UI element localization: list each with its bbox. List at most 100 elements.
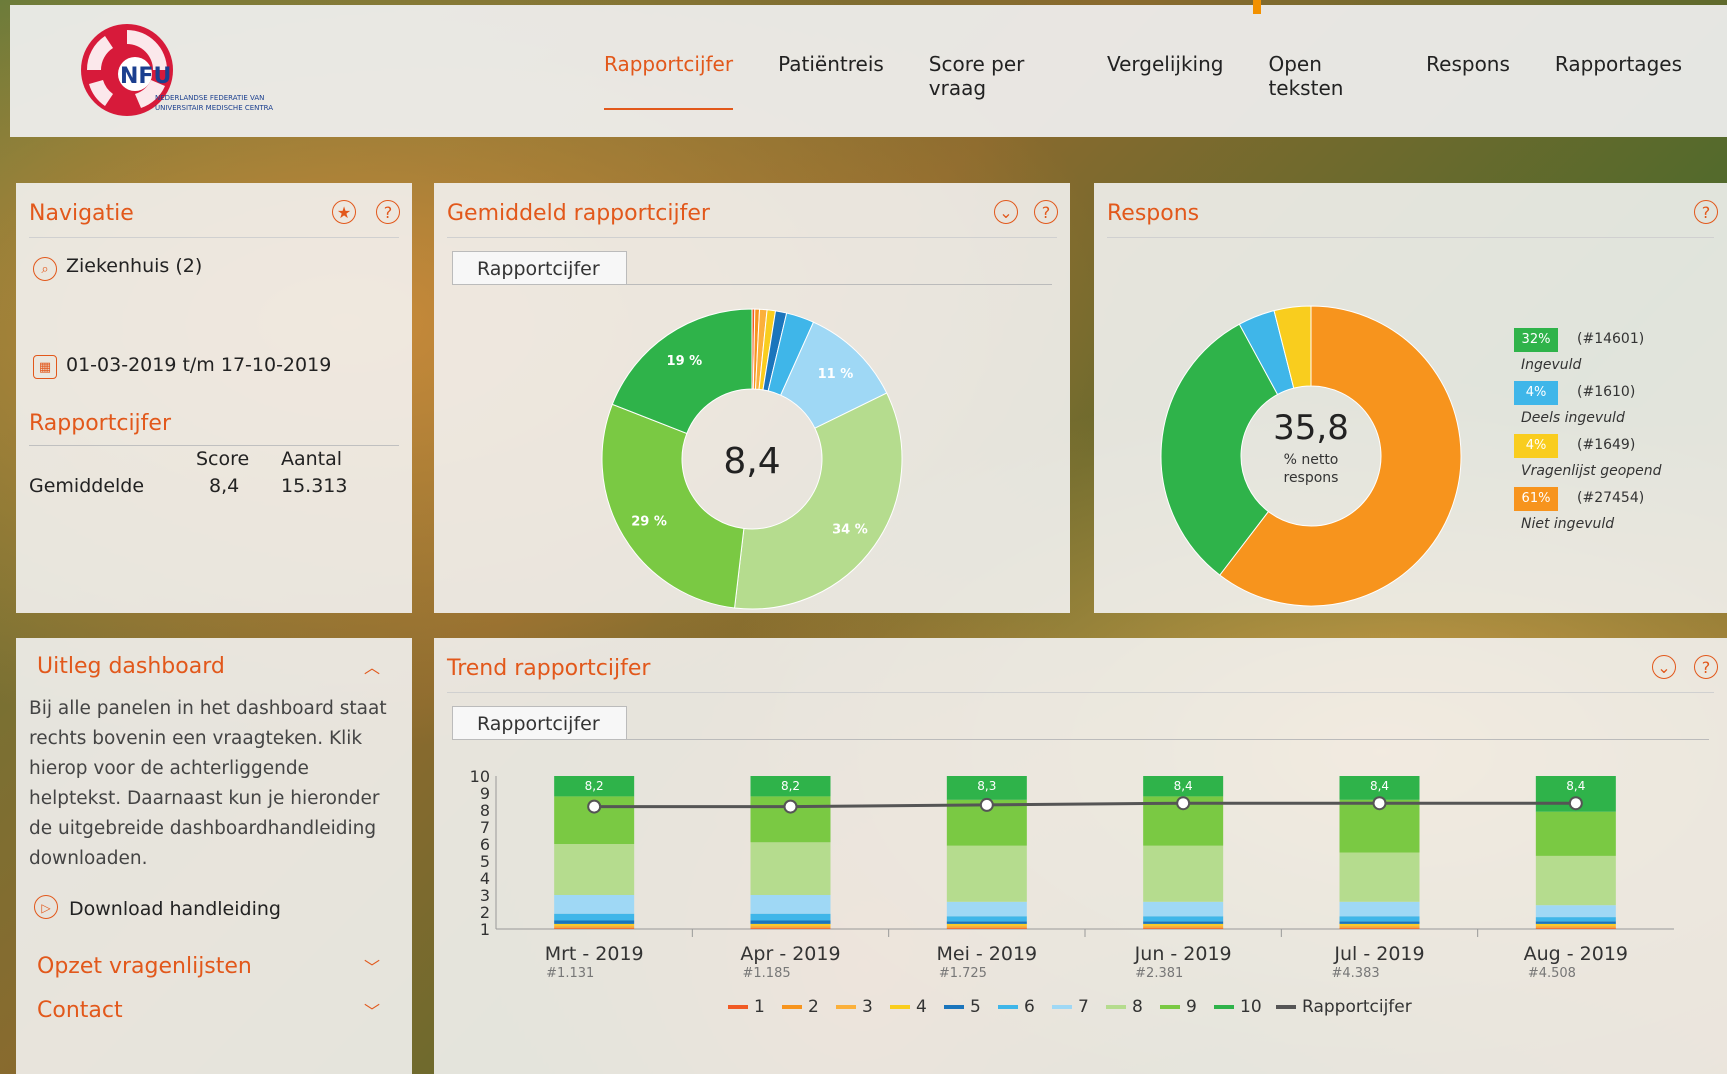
legend-swatch [782,1005,802,1009]
logo-subtitle-2: UNIVERSITAIR MEDISCHE CENTRA [155,104,274,112]
row-label: Gemiddelde [29,475,145,497]
accent-mark [1253,0,1261,14]
legend-label: 2 [808,997,819,1017]
legend-swatch [998,1005,1018,1009]
bar-segment-4 [1143,923,1224,926]
legend-swatch [1052,1005,1072,1009]
contact-link[interactable]: Contact [37,998,123,1023]
bar-segment-6 [1339,916,1420,922]
x-category-label: Mei - 2019 [937,943,1038,965]
legend-label: 4 [916,997,927,1017]
slice-label: 34 % [832,522,868,537]
donut-center-label-2: respons [1284,470,1339,486]
bar-value-label: 8,4 [1174,779,1193,793]
nav-score-per-vraag[interactable]: Score per vraag [929,52,1062,110]
y-tick-label: 7 [480,818,490,837]
y-tick-label: 5 [480,852,490,871]
legend-swatch: 32% [1514,328,1558,352]
bar-segment-6 [554,913,635,921]
favorite-star-icon[interactable]: ★ [332,200,356,224]
logo-subtitle-1: NEDERLANDSE FEDERATIE VAN [155,94,265,102]
bar-segment-4 [946,923,1027,926]
legend-label: 3 [862,997,873,1017]
nfu-logo[interactable]: NFU NEDERLANDSE FEDERATIE VAN UNIVERSITA… [75,22,315,122]
bar-segment-1 [1535,928,1616,929]
expand-chevron-icon[interactable]: ﹀ [364,998,380,1022]
nav-rapportcijfer[interactable]: Rapportcijfer [604,52,734,110]
legend-swatch [1214,1005,1234,1009]
line-point [783,799,798,814]
calendar-icon[interactable]: ▦ [33,355,57,379]
legend-swatch [728,1005,748,1009]
bar-value-label: 8,3 [977,779,996,793]
expand-chevron-icon[interactable]: ﹀ [364,954,380,978]
col-score-header: Score [196,448,250,470]
legend-label: 7 [1078,997,1089,1017]
navigatie-title: Navigatie [29,201,134,226]
bar-segment-3 [946,925,1027,928]
bar-segment-6 [750,913,831,921]
nav-respons[interactable]: Respons [1426,52,1510,110]
nav-vergelijking[interactable]: Vergelijking [1107,52,1223,110]
y-tick-label: 3 [480,886,490,905]
nav-patientreis[interactable]: Patiëntreis [778,52,884,110]
line-point [1568,796,1583,811]
legend-label: 1 [754,997,765,1017]
legend-count: (#1610) [1577,384,1636,400]
search-location-icon[interactable]: ⌕ [33,257,57,281]
trend-stacked-bar-chart: 12345678910 8,2Mrt - 2019#1.1318,2Apr - 2… [470,767,1674,1017]
legend-swatch: 4% [1514,381,1558,405]
bar-segment-8 [554,844,635,895]
legend-swatch: 4% [1514,434,1558,458]
bar-segment-2 [554,927,635,929]
legend-swatch [944,1005,964,1009]
legend-label: 9 [1186,997,1197,1017]
bar-segment-3 [554,925,635,928]
legend-label: Vragenlijst geopend [1521,463,1662,479]
bar-segment-4 [1339,923,1420,926]
bar-value-label: 8,2 [781,779,800,793]
download-handleiding-link[interactable]: Download handleiding [69,898,281,920]
bar-segment-8 [1143,845,1224,902]
opzet-vragenlijsten-link[interactable]: Opzet vragenlijsten [37,954,252,979]
nav-rapportages[interactable]: Rapportages [1555,52,1682,110]
line-point [979,797,994,812]
bar-segment-5 [1143,921,1224,924]
bar-segment-7 [1535,905,1616,918]
legend-swatch [1160,1005,1180,1009]
y-tick-label: 10 [470,767,490,786]
line-point [1372,796,1387,811]
bar-segment-1 [1339,928,1420,929]
help-icon[interactable]: ? [376,200,400,224]
legend-count: (#14601) [1577,331,1645,347]
y-tick-label: 6 [480,835,490,854]
nav-open-teksten[interactable]: Open teksten [1268,52,1381,110]
period-filter[interactable]: 01-03-2019 t/m 17-10-2019 [66,354,331,376]
bar-segment-5 [750,920,831,924]
line-point [1176,796,1191,811]
bar-value-label: 8,4 [1566,779,1585,793]
bar-segment-5 [554,920,635,924]
collapse-chevron-icon[interactable]: ︿ [364,654,380,678]
bar-segment-1 [1143,928,1224,929]
bar-segment-2 [1143,927,1224,929]
bar-segment-2 [946,927,1027,929]
x-count-label: #4.383 [1332,966,1380,981]
y-tick-label: 8 [480,801,490,820]
bar-segment-7 [750,895,831,914]
bar-value-label: 8,4 [1370,779,1389,793]
bar-segment-8 [946,845,1027,902]
bar-segment-6 [946,916,1027,922]
x-category-label: Mrt - 2019 [545,943,644,965]
location-filter[interactable]: Ziekenhuis (2) [66,255,202,277]
play-icon[interactable]: ▷ [34,895,58,919]
slice-label: 29 % [631,515,667,530]
trend-panel: Trend rapportcijfer ⌄ ? Rapportcijfer 12… [434,638,1727,1074]
legend-label: Niet ingevuld [1521,516,1615,532]
bar-segment-1 [946,928,1027,929]
bar-segment-2 [750,927,831,929]
x-category-label: Aug - 2019 [1524,943,1628,965]
y-tick-label: 2 [480,903,490,922]
main-nav: Rapportcijfer Patiëntreis Score per vraa… [604,52,1727,110]
legend-label: Rapportcijfer [1302,997,1412,1017]
